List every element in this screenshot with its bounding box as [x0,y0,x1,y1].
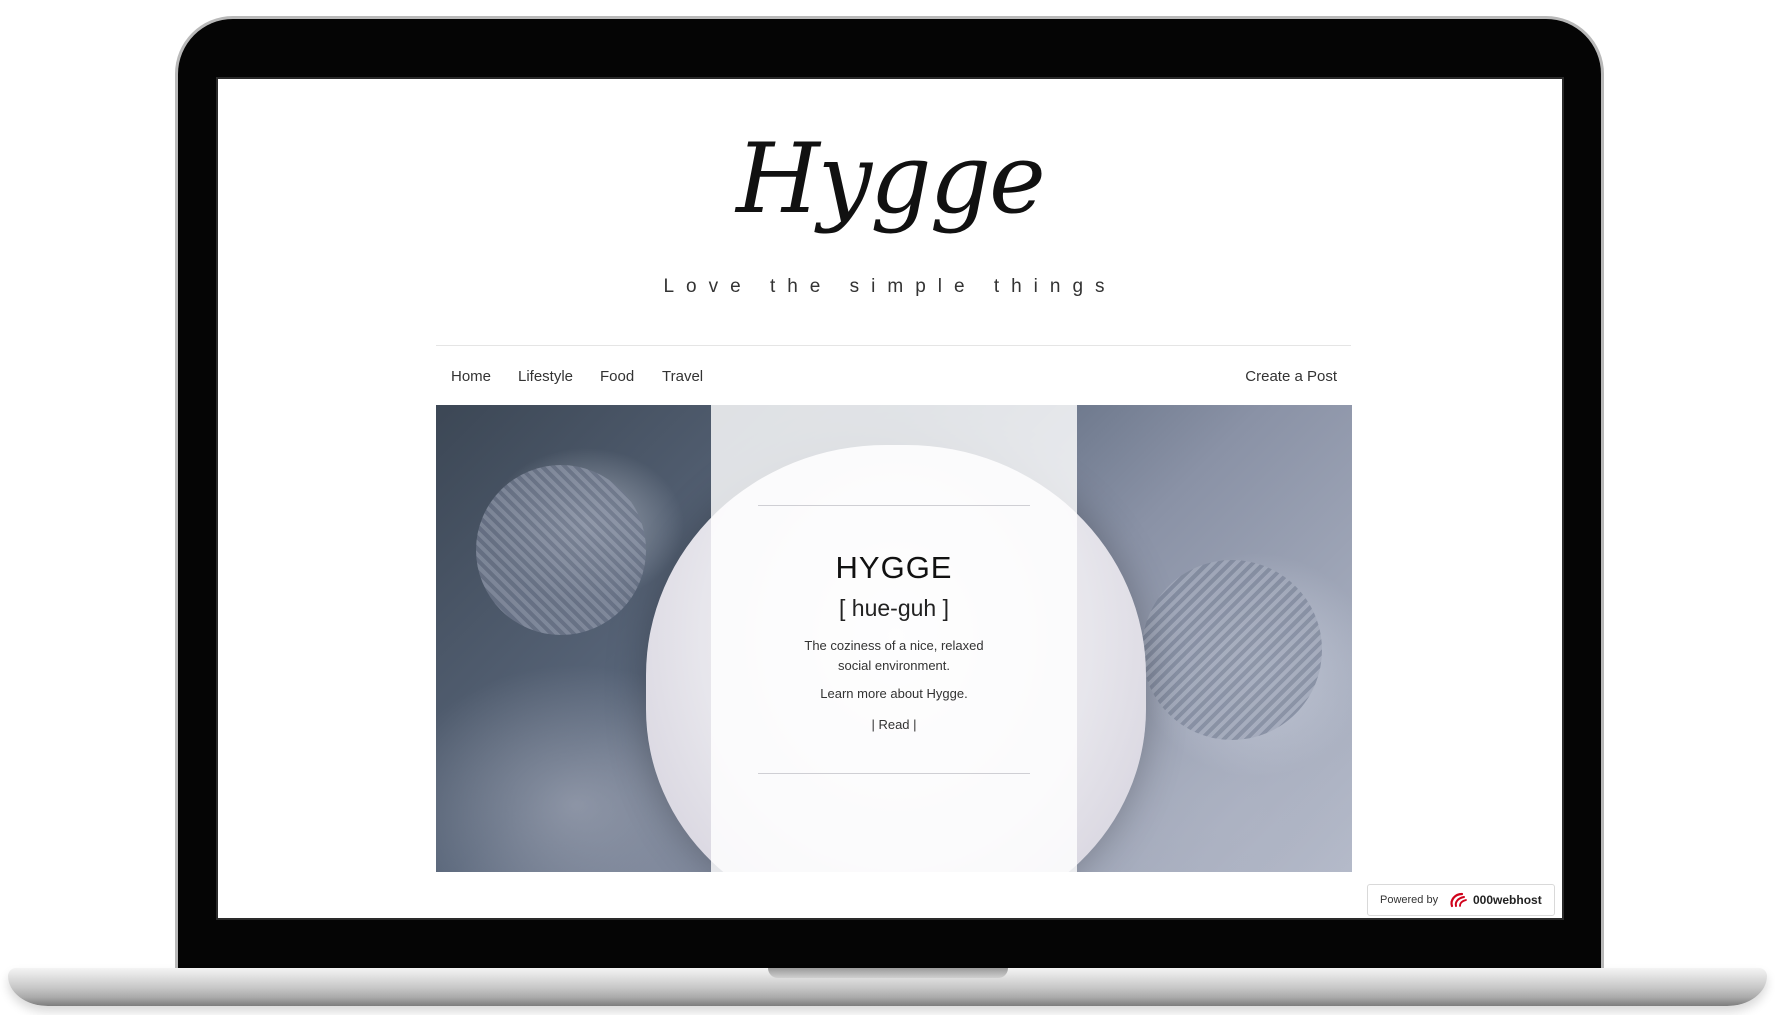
nav-item-home[interactable]: Home [451,368,491,385]
hero-title: HYGGE [835,550,953,585]
site-logo[interactable]: Hygge [218,126,1562,233]
hero-banner: HYGGE [ hue-guh ] The coziness of a nice… [436,405,1352,872]
panel-divider-bottom [758,773,1030,774]
hero-knit-texture-left [476,465,646,635]
nav-item-travel[interactable]: Travel [662,368,703,385]
nav-item-lifestyle[interactable]: Lifestyle [518,368,573,385]
powered-by-brand: 000webhost [1473,893,1542,907]
powered-by-badge[interactable]: Powered by 000webhost [1367,884,1555,916]
hero-text-panel: HYGGE [ hue-guh ] The coziness of a nice… [711,405,1077,872]
hero-pronunciation: [ hue-guh ] [839,595,949,621]
laptop-screen: Hygge Love the simple things Home Lifest… [216,77,1564,920]
hero-knit-texture-right [1142,560,1322,740]
laptop-base-notch [767,968,1008,978]
nav-divider [436,345,1351,346]
main-nav: Home Lifestyle Food Travel Create a Post [436,359,1351,393]
create-post-link[interactable]: Create a Post [1245,368,1337,385]
nav-item-food[interactable]: Food [600,368,634,385]
laptop-base [8,968,1767,1006]
site-tagline: Love the simple things [663,276,1117,297]
powered-by-label: Powered by [1380,894,1439,906]
hero-description: The coziness of a nice, relaxed social e… [804,638,984,673]
panel-divider-top [758,505,1030,506]
000webhost-logo-icon [1450,892,1467,908]
hero-read-link[interactable]: | Read | [711,717,1077,732]
hero-learn-more: Learn more about Hygge. [820,686,968,701]
